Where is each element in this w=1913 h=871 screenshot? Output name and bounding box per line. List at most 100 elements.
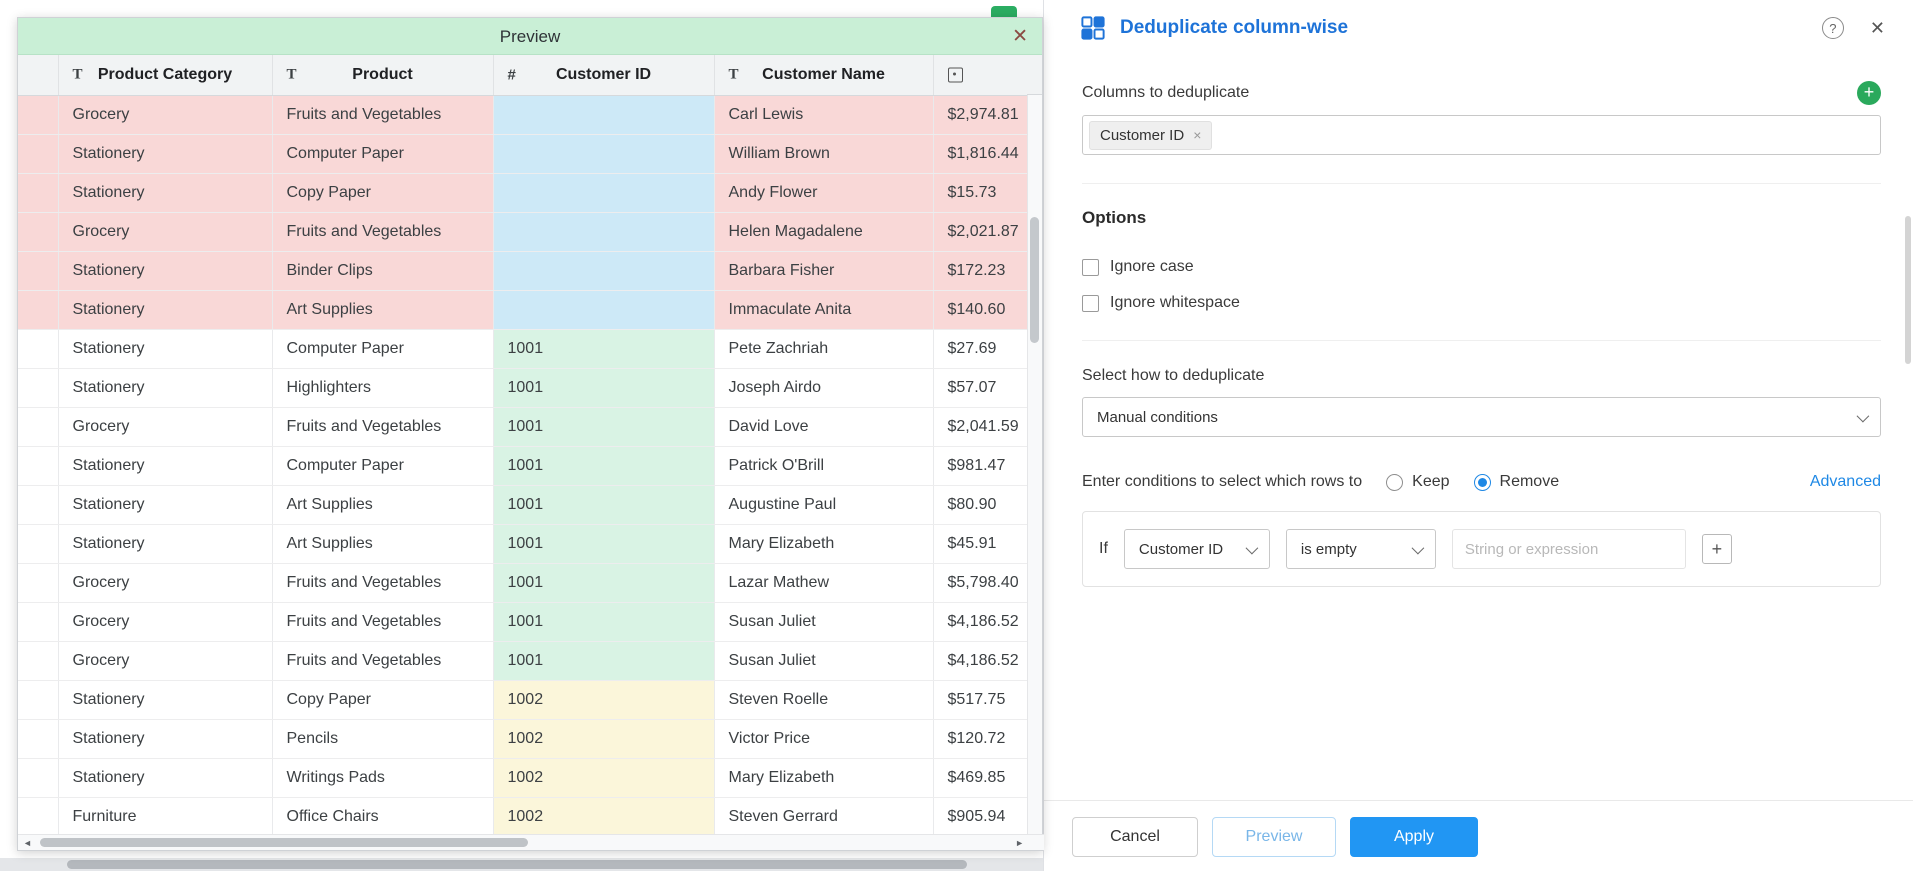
cell-product-category: Grocery (58, 602, 272, 641)
ignore-whitespace-option[interactable]: Ignore whitespace (1082, 294, 1881, 312)
cell-product: Computer Paper (272, 446, 493, 485)
help-icon[interactable]: ? (1822, 17, 1844, 39)
cell-customer-id (493, 95, 714, 134)
table-row: Stationery Art Supplies Immaculate Anita… (18, 290, 1029, 329)
column-header-product-category[interactable]: T Product Category (58, 55, 272, 95)
remove-radio-label[interactable]: Remove (1500, 473, 1560, 491)
column-header-customer-id[interactable]: # Customer ID (493, 55, 714, 95)
table-row: Stationery Computer Paper William Brown … (18, 134, 1029, 173)
cell-amount: $172.23 (933, 251, 1029, 290)
column-header-amount[interactable] (933, 55, 1029, 95)
row-gutter-cell (18, 797, 58, 836)
advanced-link[interactable]: Advanced (1810, 473, 1881, 491)
cell-customer-name: Steven Gerrard (714, 797, 933, 836)
table-row: Grocery Fruits and Vegetables Helen Maga… (18, 212, 1029, 251)
cell-product-category: Stationery (58, 524, 272, 563)
scroll-left-arrow-icon[interactable]: ◄ (23, 836, 32, 850)
cell-product: Binder Clips (272, 251, 493, 290)
dedupe-method-select[interactable]: Manual conditions (1082, 397, 1881, 437)
cell-product: Computer Paper (272, 134, 493, 173)
column-header-product[interactable]: T Product (272, 55, 493, 95)
cell-product-category: Stationery (58, 134, 272, 173)
cell-customer-id (493, 212, 714, 251)
vertical-scrollbar-thumb[interactable] (1030, 217, 1039, 343)
cell-amount: $517.75 (933, 680, 1029, 719)
table-row: Stationery Binder Clips Barbara Fisher $… (18, 251, 1029, 290)
keep-radio[interactable] (1386, 474, 1403, 491)
table-row: Stationery Copy Paper 1002 Steven Roelle… (18, 680, 1029, 719)
cell-product: Fruits and Vegetables (272, 95, 493, 134)
column-header-label: Product Category (59, 66, 272, 84)
condition-value-input[interactable] (1452, 529, 1686, 569)
cell-customer-name: Andy Flower (714, 173, 933, 212)
options-heading: Options (1082, 208, 1881, 228)
cell-customer-name: Helen Magadalene (714, 212, 933, 251)
cell-product-category: Stationery (58, 251, 272, 290)
selected-columns-input[interactable]: Customer ID × (1082, 115, 1881, 155)
add-column-button[interactable]: + (1857, 81, 1881, 105)
row-gutter-cell (18, 95, 58, 134)
cancel-button[interactable]: Cancel (1072, 817, 1198, 857)
table-row: Stationery Copy Paper Andy Flower $15.73 (18, 173, 1029, 212)
cell-customer-id: 1002 (493, 680, 714, 719)
row-gutter-cell (18, 485, 58, 524)
page-horizontal-scrollbar-thumb[interactable] (67, 860, 967, 869)
cell-amount: $120.72 (933, 719, 1029, 758)
condition-column-select[interactable]: Customer ID (1124, 529, 1270, 569)
preview-button[interactable]: Preview (1212, 817, 1336, 857)
table-row: Grocery Fruits and Vegetables 1001 Susan… (18, 641, 1029, 680)
panel-close-icon[interactable]: ✕ (1870, 18, 1885, 39)
horizontal-scrollbar[interactable]: ◄ ► (18, 834, 1044, 850)
cell-amount: $45.91 (933, 524, 1029, 563)
cell-product-category: Stationery (58, 173, 272, 212)
text-type-icon: T (73, 66, 83, 83)
scroll-right-arrow-icon[interactable]: ► (1015, 836, 1024, 850)
horizontal-scrollbar-thumb[interactable] (40, 838, 528, 847)
apply-button[interactable]: Apply (1350, 817, 1478, 857)
cell-amount: $469.85 (933, 758, 1029, 797)
keep-radio-label[interactable]: Keep (1412, 473, 1449, 491)
cell-customer-name: Lazar Mathew (714, 563, 933, 602)
add-condition-button[interactable]: + (1702, 534, 1732, 564)
condition-operator-select[interactable]: is empty (1286, 529, 1436, 569)
row-gutter-cell (18, 134, 58, 173)
cell-customer-id: 1002 (493, 758, 714, 797)
dedupe-method-label: Select how to deduplicate (1082, 367, 1881, 385)
column-header-customer-name[interactable]: T Customer Name (714, 55, 933, 95)
cell-product: Fruits and Vegetables (272, 407, 493, 446)
cell-amount: $905.94 (933, 797, 1029, 836)
page-horizontal-scrollbar[interactable] (0, 858, 1043, 871)
row-gutter-cell (18, 329, 58, 368)
vertical-scrollbar[interactable] (1027, 95, 1042, 836)
table-row: Grocery Fruits and Vegetables 1001 Susan… (18, 602, 1029, 641)
deduplicate-icon (1080, 15, 1106, 41)
cell-customer-name: Mary Elizabeth (714, 524, 933, 563)
cell-customer-id: 1001 (493, 368, 714, 407)
table-row: Furniture Office Chairs 1002 Steven Gerr… (18, 797, 1029, 836)
ignore-case-checkbox[interactable] (1082, 259, 1099, 276)
cell-amount: $2,041.59 (933, 407, 1029, 446)
text-type-icon: T (287, 66, 297, 83)
conditions-label: Enter conditions to select which rows to (1082, 473, 1362, 491)
cell-product-category: Grocery (58, 407, 272, 446)
panel-scrollbar-thumb[interactable] (1905, 216, 1911, 364)
table-header-row: T Product Category T Product # Customer … (18, 55, 1029, 95)
cell-customer-name: William Brown (714, 134, 933, 173)
cell-product: Computer Paper (272, 329, 493, 368)
cell-product: Fruits and Vegetables (272, 563, 493, 602)
row-gutter-cell (18, 368, 58, 407)
dedupe-method-value: Manual conditions (1097, 409, 1218, 426)
table-row: Stationery Art Supplies 1001 Mary Elizab… (18, 524, 1029, 563)
cell-customer-id: 1001 (493, 446, 714, 485)
cell-amount: $80.90 (933, 485, 1029, 524)
chip-remove-icon[interactable]: × (1193, 127, 1201, 143)
ignore-whitespace-checkbox[interactable] (1082, 295, 1099, 312)
cell-product-category: Grocery (58, 212, 272, 251)
ignore-case-option[interactable]: Ignore case (1082, 258, 1881, 276)
remove-radio[interactable] (1474, 474, 1491, 491)
column-header-label: Customer ID (494, 66, 714, 84)
preview-close-icon[interactable]: ✕ (1012, 18, 1028, 55)
ignore-case-label: Ignore case (1110, 258, 1194, 276)
cell-product-category: Furniture (58, 797, 272, 836)
row-gutter-cell (18, 563, 58, 602)
